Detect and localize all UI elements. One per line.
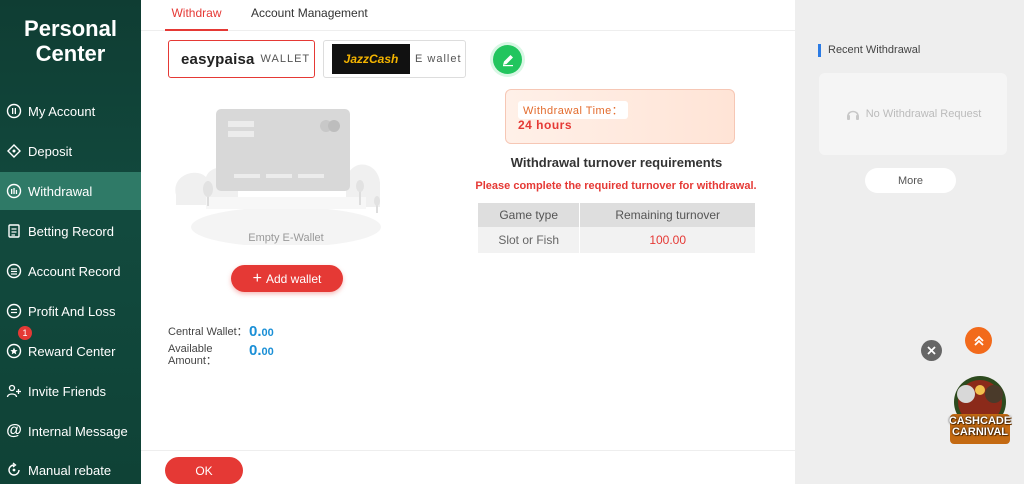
turnover-warning: Please complete the required turnover fo… <box>475 180 757 192</box>
sidebar-item-label: Invite Friends <box>28 383 107 399</box>
easypaisa-wallet-chip[interactable]: easypaisa WALLET <box>168 40 315 78</box>
sidebar-item-label: Deposit <box>28 143 73 159</box>
withdrawal-time-value: 24 hours <box>518 118 573 132</box>
available-amount-value: 0.00 <box>249 342 274 359</box>
invite-icon <box>6 383 22 399</box>
promo-line2: CARNIVAL <box>951 426 1008 438</box>
turnover-table: Game type Remaining turnover Slot or Fis… <box>478 203 755 253</box>
column-header: Game type <box>478 203 581 227</box>
sidebar-item-internal-message[interactable]: @ Internal Message <box>0 412 141 450</box>
sidebar-item-label: Reward Center <box>28 343 116 359</box>
rebate-icon <box>6 462 22 478</box>
table-row: Slot or Fish 100.00 <box>478 227 755 253</box>
available-label-line1: Available <box>168 343 213 355</box>
available-dec: 00 <box>261 346 274 358</box>
sidebar-item-profit-and-loss[interactable]: Profit And Loss <box>0 292 141 330</box>
add-wallet-button[interactable]: + Add wallet <box>231 265 343 292</box>
close-icon <box>927 346 936 355</box>
double-chevron-up-icon <box>973 335 984 346</box>
account-icon <box>6 103 22 119</box>
sidebar-item-deposit[interactable]: Deposit <box>0 132 141 170</box>
sidebar-title-line1: Personal <box>24 16 117 41</box>
sidebar-item-label: My Account <box>28 103 96 119</box>
recent-withdrawal-card: No Withdrawal Request <box>819 73 1007 155</box>
ok-button[interactable]: OK <box>165 457 243 484</box>
game-type-cell: Slot or Fish <box>478 227 581 253</box>
sidebar-item-reward-center[interactable]: 1 Reward Center <box>0 326 141 370</box>
sidebar-item-label: Withdrawal <box>28 183 93 199</box>
divider <box>141 450 795 451</box>
tab-bar: Withdraw Account Management <box>141 0 795 31</box>
sidebar-item-label: Manual rebate <box>28 462 112 478</box>
central-wallet-dec: 00 <box>261 327 274 339</box>
sidebar-item-betting-record[interactable]: Betting Record <box>0 212 141 250</box>
deposit-icon <box>6 143 22 159</box>
remaining-turnover-cell: 100.00 <box>579 227 755 253</box>
record-icon <box>6 223 22 239</box>
cashcade-carnival-promo[interactable] <box>942 372 1018 450</box>
column-header: Remaining turnover <box>579 203 755 227</box>
jazzcash-logo-text: JazzCash <box>343 52 399 66</box>
plus-icon: + <box>252 269 262 287</box>
sidebar-item-invite-friends[interactable]: Invite Friends <box>0 372 141 410</box>
available-label-line2: Amount： <box>168 355 217 367</box>
jazzcash-logo: JazzCash <box>332 44 410 74</box>
sidebar-item-account-record[interactable]: Account Record <box>0 252 141 290</box>
recent-withdrawal-title: Recent Withdrawal <box>818 44 920 57</box>
reward-icon <box>6 343 22 359</box>
at-icon: @ <box>6 422 22 439</box>
empty-wallet-illustration <box>175 109 381 245</box>
headset-icon <box>846 110 859 120</box>
sidebar-item-manual-rebate[interactable]: Manual rebate <box>0 451 141 484</box>
central-wallet-int: 0. <box>249 323 262 340</box>
ledger-icon <box>6 263 22 279</box>
central-wallet-value: 0.00 <box>249 323 274 340</box>
no-withdrawal-text: No Withdrawal Request <box>865 108 982 120</box>
sidebar-item-my-account[interactable]: My Account <box>0 92 141 130</box>
sidebar: Personal Center My Account Deposit Withd… <box>0 0 141 484</box>
turnover-table-header: Game type Remaining turnover <box>478 203 755 227</box>
easypaisa-chip-label: WALLET <box>260 53 311 65</box>
easypaisa-logo: easypaisa <box>181 50 255 68</box>
scroll-top-button[interactable] <box>965 327 992 354</box>
sidebar-item-withdrawal[interactable]: Withdrawal <box>0 172 141 210</box>
sidebar-title-line2: Center <box>35 41 106 66</box>
sidebar-item-label: Account Record <box>28 263 121 279</box>
add-wallet-label: Add wallet <box>265 271 322 286</box>
jazzcash-wallet-chip[interactable]: JazzCash E wallet <box>323 40 466 78</box>
turnover-title: Withdrawal turnover requirements <box>510 155 723 170</box>
withdrawal-icon <box>6 183 22 199</box>
pencil-icon <box>502 54 513 66</box>
empty-wallet-text: Empty E-Wallet <box>248 232 324 244</box>
withdrawal-time-box: Withdrawal Time： 24 hours <box>505 89 735 144</box>
available-int: 0. <box>249 342 262 359</box>
more-button[interactable]: More <box>865 168 956 193</box>
edit-wallet-button[interactable] <box>493 45 522 74</box>
reward-badge: 1 <box>18 326 32 340</box>
promo-text: CASHCADE CARNIVAL <box>942 416 1018 438</box>
tab-account-management[interactable]: Account Management <box>251 0 368 31</box>
jazzcash-chip-label: E wallet <box>415 53 462 65</box>
close-promo-button[interactable] <box>921 340 942 361</box>
profit-icon <box>6 303 22 319</box>
central-wallet-label: Central Wallet： <box>168 326 248 338</box>
sidebar-title: Personal Center <box>0 16 141 66</box>
available-amount-label: Available Amount： <box>168 343 217 367</box>
sidebar-item-label: Profit And Loss <box>28 303 116 319</box>
sidebar-item-label: Betting Record <box>28 223 114 239</box>
withdrawal-time-label: Withdrawal Time： <box>518 101 629 119</box>
tab-withdraw[interactable]: Withdraw <box>165 0 228 31</box>
sidebar-item-label: Internal Message <box>28 423 128 439</box>
